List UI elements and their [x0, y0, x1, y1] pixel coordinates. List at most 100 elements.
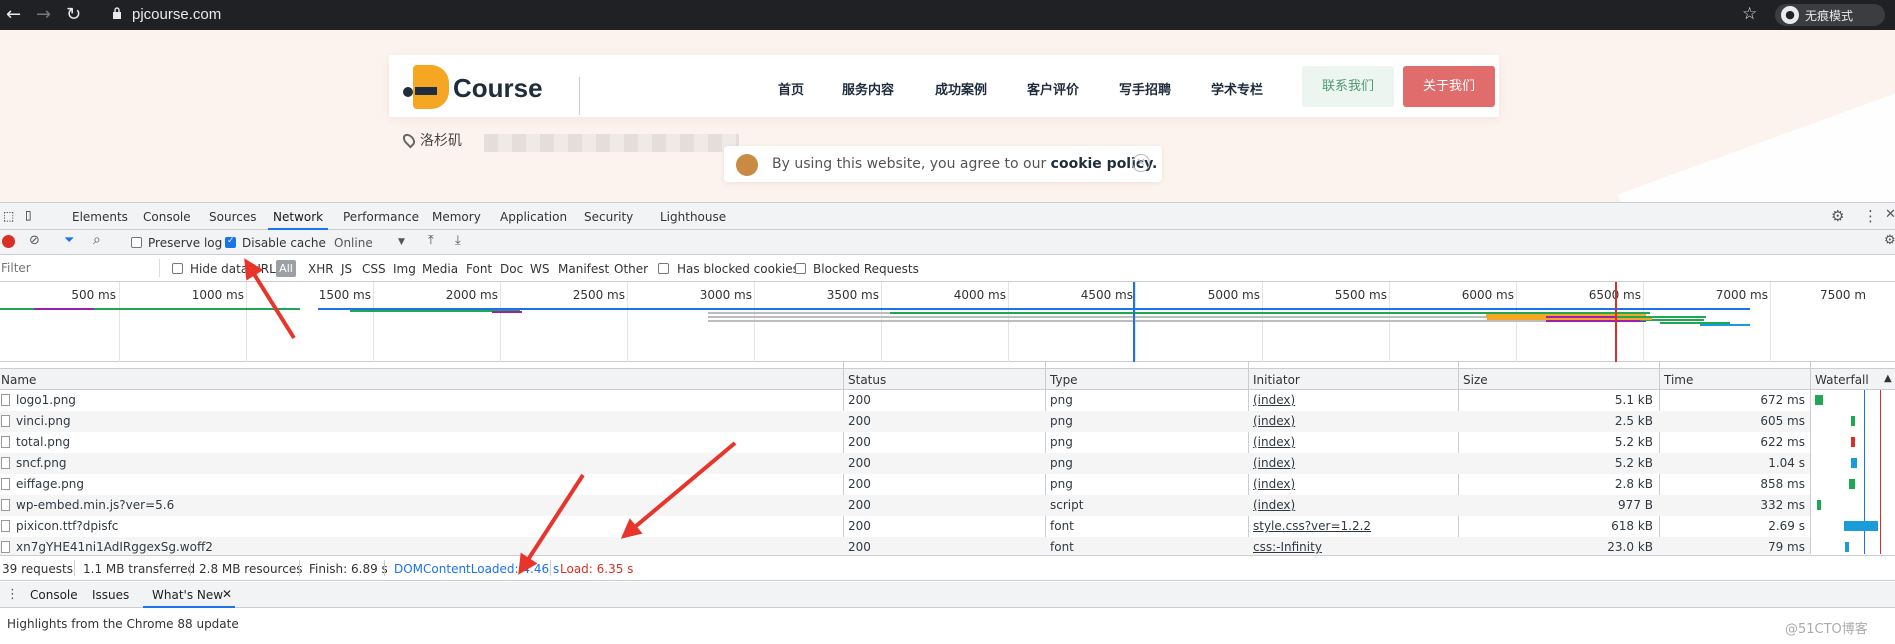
inspect-icon[interactable]: ⬚	[3, 209, 14, 223]
filter-css[interactable]: CSS	[362, 262, 386, 276]
reload-icon[interactable]: ↻	[66, 4, 81, 25]
record-button[interactable]	[2, 235, 15, 248]
table-row[interactable]: pixicon.ttf?dpisfc 200 font style.css?ver=1…	[0, 516, 1810, 537]
blocked-requests-label: Blocked Requests	[813, 262, 919, 276]
col-name[interactable]: Name	[1, 373, 36, 387]
clear-icon[interactable]: ⊘	[29, 233, 40, 248]
col-type[interactable]: Type	[1050, 373, 1078, 387]
tab-performance[interactable]: Performance	[343, 210, 419, 224]
filter-manifest[interactable]: Manifest	[558, 262, 609, 276]
menu-reviews[interactable]: 客户评价	[1027, 79, 1079, 98]
tab-lighthouse[interactable]: Lighthouse	[660, 210, 726, 224]
export-har-icon[interactable]: ⤓	[455, 233, 461, 248]
table-row[interactable]: vinci.png 200 png (index) 2.5 kB 605 ms	[0, 411, 1810, 432]
table-row[interactable]: eiffage.png 200 png (index) 2.8 kB 858 ms	[0, 474, 1810, 495]
preserve-log-checkbox[interactable]	[131, 237, 142, 248]
request-time: 79 ms	[1767, 540, 1805, 554]
request-status: 200	[848, 414, 871, 428]
table-row[interactable]: total.png 200 png (index) 5.2 kB 622 ms	[0, 432, 1810, 453]
search-icon[interactable]: ⌕	[93, 232, 101, 248]
request-initiator: (index)	[1253, 393, 1296, 407]
filter-xhr[interactable]: XHR	[308, 262, 334, 276]
hide-data-urls-checkbox[interactable]	[172, 263, 183, 274]
menu-home[interactable]: 首页	[778, 79, 804, 98]
throttle-select[interactable]: Online	[334, 236, 373, 250]
incognito-badge[interactable]: ● 无痕模式	[1775, 4, 1885, 26]
forward-icon[interactable]: →	[36, 4, 51, 25]
table-row[interactable]: wp-embed.min.js?ver=5.6 200 script (index) 9…	[0, 495, 1810, 516]
filter-icon[interactable]: ⏷	[64, 233, 74, 248]
request-time: 605 ms	[1760, 414, 1805, 428]
col-size[interactable]: Size	[1463, 373, 1488, 387]
disable-cache-label: Disable cache	[242, 236, 326, 250]
load-time: Load: 6.35 s	[560, 562, 634, 576]
menu-jobs[interactable]: 写手招聘	[1119, 79, 1171, 98]
tab-sources[interactable]: Sources	[209, 210, 256, 224]
col-time[interactable]: Time	[1664, 373, 1693, 387]
tab-network[interactable]: Network	[273, 210, 323, 224]
tab-console[interactable]: Console	[143, 210, 191, 224]
dcl-marker	[1133, 282, 1135, 362]
settings-gear-icon[interactable]: ⚙	[1831, 207, 1844, 225]
col-status[interactable]: Status	[848, 373, 886, 387]
device-toolbar-icon[interactable]: ▯	[25, 208, 32, 222]
network-settings-icon[interactable]: ⚙	[1884, 233, 1895, 248]
sort-up-icon[interactable]: ▲	[1884, 373, 1892, 384]
request-name: pixicon.ttf?dpisfc	[16, 519, 119, 533]
waterfall-bar	[1849, 479, 1855, 489]
filter-input[interactable]	[0, 259, 160, 277]
drawer-tab-issues[interactable]: Issues	[92, 588, 129, 602]
back-icon[interactable]: ←	[6, 4, 21, 25]
cookie-text: By using this website, you agree to our …	[772, 156, 1157, 172]
file-icon	[1, 520, 10, 532]
tab-security[interactable]: Security	[584, 210, 633, 224]
filter-doc[interactable]: Doc	[500, 262, 523, 276]
request-time: 1.04 s	[1768, 456, 1805, 470]
filter-all-button[interactable]: All	[276, 260, 296, 277]
tab-memory[interactable]: Memory	[432, 210, 481, 224]
col-waterfall[interactable]: Waterfall	[1815, 373, 1869, 387]
table-row[interactable]: logo1.png 200 png (index) 5.1 kB 672 ms	[0, 390, 1810, 411]
blocked-requests-checkbox[interactable]	[795, 263, 806, 274]
drawer-tab-whats-new[interactable]: What's New	[152, 588, 223, 602]
blocked-cookies-checkbox[interactable]	[658, 263, 669, 274]
filter-font[interactable]: Font	[466, 262, 492, 276]
menu-services[interactable]: 服务内容	[842, 79, 894, 98]
chevron-down-icon[interactable]: ▼	[398, 237, 405, 247]
file-icon	[1, 478, 10, 490]
filter-ws[interactable]: WS	[530, 262, 549, 276]
menu-academic[interactable]: 学术专栏	[1211, 79, 1263, 98]
close-icon[interactable]: ✕	[1132, 154, 1150, 172]
resources-size: 2.8 MB resources	[199, 562, 303, 576]
about-button[interactable]: 关于我们	[1403, 66, 1495, 107]
import-har-icon[interactable]: ⤒	[428, 233, 434, 248]
incognito-label: 无痕模式	[1805, 9, 1854, 23]
filter-media[interactable]: Media	[422, 262, 458, 276]
more-menu-icon[interactable]: ⋮	[1863, 207, 1878, 225]
waterfall-bar	[1815, 395, 1823, 405]
tab-application[interactable]: Application	[500, 210, 567, 224]
request-size: 5.2 kB	[1614, 456, 1653, 470]
close-icon[interactable]: ✕	[222, 587, 232, 601]
tab-elements[interactable]: Elements	[72, 210, 128, 224]
address-bar[interactable]: pjcourse.com	[132, 6, 221, 23]
drawer-menu-icon[interactable]: ⋮	[6, 587, 19, 602]
waterfall-bar	[1845, 542, 1849, 552]
bookmark-star-icon[interactable]: ☆	[1742, 4, 1757, 24]
disable-cache-checkbox[interactable]	[225, 236, 236, 248]
drawer-tab-console[interactable]: Console	[30, 588, 78, 602]
col-initiator[interactable]: Initiator	[1253, 373, 1300, 387]
contact-button[interactable]: 联系我们	[1302, 66, 1394, 107]
filter-img[interactable]: Img	[393, 262, 416, 276]
table-row[interactable]: sncf.png 200 png (index) 5.2 kB 1.04 s	[0, 453, 1810, 474]
request-size: 23.0 kB	[1607, 540, 1653, 554]
filter-other[interactable]: Other	[614, 262, 648, 276]
load-marker	[1615, 282, 1617, 362]
filter-js[interactable]: JS	[341, 262, 352, 276]
requests-table-header: Name Status Type Initiator Size Time Wat…	[0, 368, 1895, 390]
site-logo[interactable]: Course	[403, 65, 580, 115]
close-devtools-icon[interactable]: ✕	[1885, 207, 1895, 222]
request-initiator: style.css?ver=1.2.2	[1253, 519, 1372, 533]
request-size: 2.5 kB	[1614, 414, 1653, 428]
menu-cases[interactable]: 成功案例	[935, 79, 987, 98]
